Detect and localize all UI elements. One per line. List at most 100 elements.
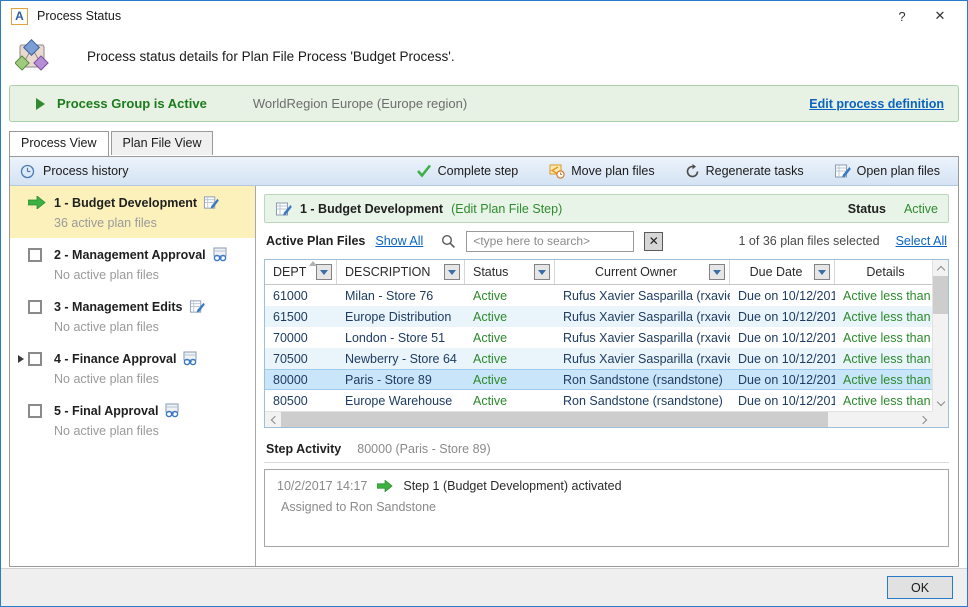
process-status-dialog: A Process Status ? ✕ Process status deta… bbox=[0, 0, 968, 607]
process-steps-list: 1 - Budget Development 36 active plan fi… bbox=[10, 186, 256, 566]
step-item-1[interactable]: 1 - Budget Development 36 active plan fi… bbox=[10, 186, 255, 238]
expand-arrow-icon[interactable] bbox=[18, 355, 24, 363]
scroll-up-icon[interactable] bbox=[933, 260, 949, 276]
table-header-row: DEPT DESCRIPTION Status bbox=[265, 260, 932, 285]
process-view-panel: Process history Complete step bbox=[9, 156, 959, 567]
help-button[interactable]: ? bbox=[883, 2, 921, 30]
tab-process-view[interactable]: Process View bbox=[9, 131, 109, 156]
column-header-current-owner[interactable]: Current Owner bbox=[555, 260, 730, 284]
table-row[interactable]: 61000 Milan - Store 76 Active Rufus Xavi… bbox=[265, 285, 932, 306]
activated-arrow-icon bbox=[377, 480, 393, 492]
selected-step-type: (Edit Plan File Step) bbox=[451, 202, 562, 216]
scroll-down-icon[interactable] bbox=[933, 395, 949, 411]
edit-process-definition-link[interactable]: Edit process definition bbox=[809, 97, 944, 111]
search-icon bbox=[441, 234, 456, 249]
column-header-dept[interactable]: DEPT bbox=[265, 260, 337, 284]
step-title: 4 - Finance Approval bbox=[54, 352, 176, 366]
complete-step-button[interactable]: Complete step bbox=[408, 161, 527, 181]
vertical-scrollbar[interactable] bbox=[932, 260, 948, 411]
active-play-icon bbox=[36, 98, 45, 110]
window-title: Process Status bbox=[37, 9, 121, 23]
step-checkbox[interactable] bbox=[28, 248, 42, 262]
active-plan-files-label: Active Plan Files bbox=[266, 234, 365, 248]
ok-button[interactable]: OK bbox=[887, 576, 953, 599]
dialog-header: Process status details for Plan File Pro… bbox=[1, 31, 967, 81]
table-row[interactable]: 70500 Newberry - Store 64 Active Rufus X… bbox=[265, 348, 932, 369]
column-header-description[interactable]: DESCRIPTION bbox=[337, 260, 465, 284]
scroll-left-icon[interactable] bbox=[265, 412, 281, 428]
table-row-selected[interactable]: 80000 Paris - Store 89 Active Ron Sandst… bbox=[265, 369, 932, 390]
activity-timestamp: 10/2/2017 14:17 bbox=[277, 479, 367, 493]
step-item-3[interactable]: 3 - Management Edits No active plan file… bbox=[10, 290, 255, 342]
review-glasses-icon bbox=[164, 403, 180, 418]
complete-step-label: Complete step bbox=[438, 164, 519, 178]
owner-filter-button[interactable] bbox=[709, 264, 725, 280]
due-date-filter-button[interactable] bbox=[814, 264, 830, 280]
select-all-link[interactable]: Select All bbox=[896, 234, 947, 248]
step-title: 1 - Budget Development bbox=[54, 196, 197, 210]
status-value: Active bbox=[904, 202, 938, 216]
process-icon bbox=[15, 39, 49, 73]
selected-step-header: 1 - Budget Development (Edit Plan File S… bbox=[264, 194, 949, 223]
step-substatus: No active plan files bbox=[54, 320, 205, 334]
step-activity-header: Step Activity 80000 (Paris - Store 89) bbox=[264, 442, 949, 463]
step-title: 5 - Final Approval bbox=[54, 404, 158, 418]
table-row[interactable]: 61500 Europe Distribution Active Rufus X… bbox=[265, 306, 932, 327]
search-input[interactable] bbox=[466, 231, 634, 252]
step-activity-context: 80000 (Paris - Store 89) bbox=[357, 442, 490, 456]
vertical-scroll-thumb[interactable] bbox=[933, 276, 948, 314]
horizontal-scroll-thumb[interactable] bbox=[281, 412, 828, 427]
step-substatus: No active plan files bbox=[54, 372, 198, 386]
open-plan-files-label: Open plan files bbox=[857, 164, 940, 178]
column-header-due-date[interactable]: Due Date bbox=[730, 260, 835, 284]
activity-assignee: Assigned to Ron Sandstone bbox=[281, 500, 936, 514]
step-title: 3 - Management Edits bbox=[54, 300, 183, 314]
check-icon bbox=[416, 164, 432, 178]
edit-plan-file-icon bbox=[275, 201, 292, 217]
step-substatus: 36 active plan files bbox=[54, 216, 219, 230]
step-item-4[interactable]: 4 - Finance Approval No active plan file… bbox=[10, 342, 255, 394]
close-button[interactable]: ✕ bbox=[921, 2, 959, 30]
open-plan-files-icon bbox=[834, 163, 851, 179]
scroll-right-icon[interactable] bbox=[916, 412, 932, 428]
dept-filter-button[interactable] bbox=[316, 264, 332, 280]
process-toolbar: Process history Complete step bbox=[10, 157, 958, 186]
process-group-status: Process Group is Active bbox=[57, 96, 207, 111]
process-group-target: WorldRegion Europe (Europe region) bbox=[253, 96, 467, 111]
show-all-link[interactable]: Show All bbox=[375, 234, 423, 248]
process-group-banner: Process Group is Active WorldRegion Euro… bbox=[9, 85, 959, 122]
clock-icon bbox=[20, 164, 35, 179]
selected-step-title: 1 - Budget Development bbox=[300, 202, 443, 216]
step-substatus: No active plan files bbox=[54, 424, 180, 438]
column-header-status[interactable]: Status bbox=[465, 260, 555, 284]
edit-plan-file-icon bbox=[203, 195, 219, 210]
tab-plan-file-view[interactable]: Plan File View bbox=[111, 131, 214, 155]
open-plan-files-button[interactable]: Open plan files bbox=[826, 160, 948, 182]
regenerate-tasks-button[interactable]: Regenerate tasks bbox=[677, 161, 812, 182]
step-checkbox[interactable] bbox=[28, 404, 42, 418]
regenerate-tasks-label: Regenerate tasks bbox=[706, 164, 804, 178]
plan-files-filter-row: Active Plan Files Show All ✕ 1 of 36 pla… bbox=[264, 223, 949, 259]
step-checkbox[interactable] bbox=[28, 300, 42, 314]
step-substatus: No active plan files bbox=[54, 268, 228, 282]
edit-plan-file-icon bbox=[189, 299, 205, 314]
step-detail-pane: 1 - Budget Development (Edit Plan File S… bbox=[256, 186, 958, 566]
table-row[interactable]: 80500 Europe Warehouse Active Ron Sandst… bbox=[265, 390, 932, 411]
refresh-icon bbox=[685, 164, 700, 179]
table-row[interactable]: 70000 London - Store 51 Active Rufus Xav… bbox=[265, 327, 932, 348]
column-header-details[interactable]: Details bbox=[835, 260, 932, 284]
status-filter-button[interactable] bbox=[534, 264, 550, 280]
sort-ascending-icon bbox=[309, 261, 317, 266]
move-plan-files-button[interactable]: Move plan files bbox=[540, 160, 662, 182]
step-activity-label: Step Activity bbox=[266, 442, 341, 456]
step-item-5[interactable]: 5 - Final Approval No active plan files bbox=[10, 394, 255, 446]
step-item-2[interactable]: 2 - Management Approval No active plan f… bbox=[10, 238, 255, 290]
description-filter-button[interactable] bbox=[444, 264, 460, 280]
horizontal-scrollbar[interactable] bbox=[265, 411, 932, 427]
selection-summary: 1 of 36 plan files selected bbox=[739, 234, 880, 248]
app-logo-icon: A bbox=[11, 8, 28, 25]
clear-search-button[interactable]: ✕ bbox=[644, 232, 663, 251]
status-label: Status bbox=[848, 202, 886, 216]
activity-entry: 10/2/2017 14:17 Step 1 (Budget Developme… bbox=[277, 479, 936, 493]
step-checkbox[interactable] bbox=[28, 352, 42, 366]
